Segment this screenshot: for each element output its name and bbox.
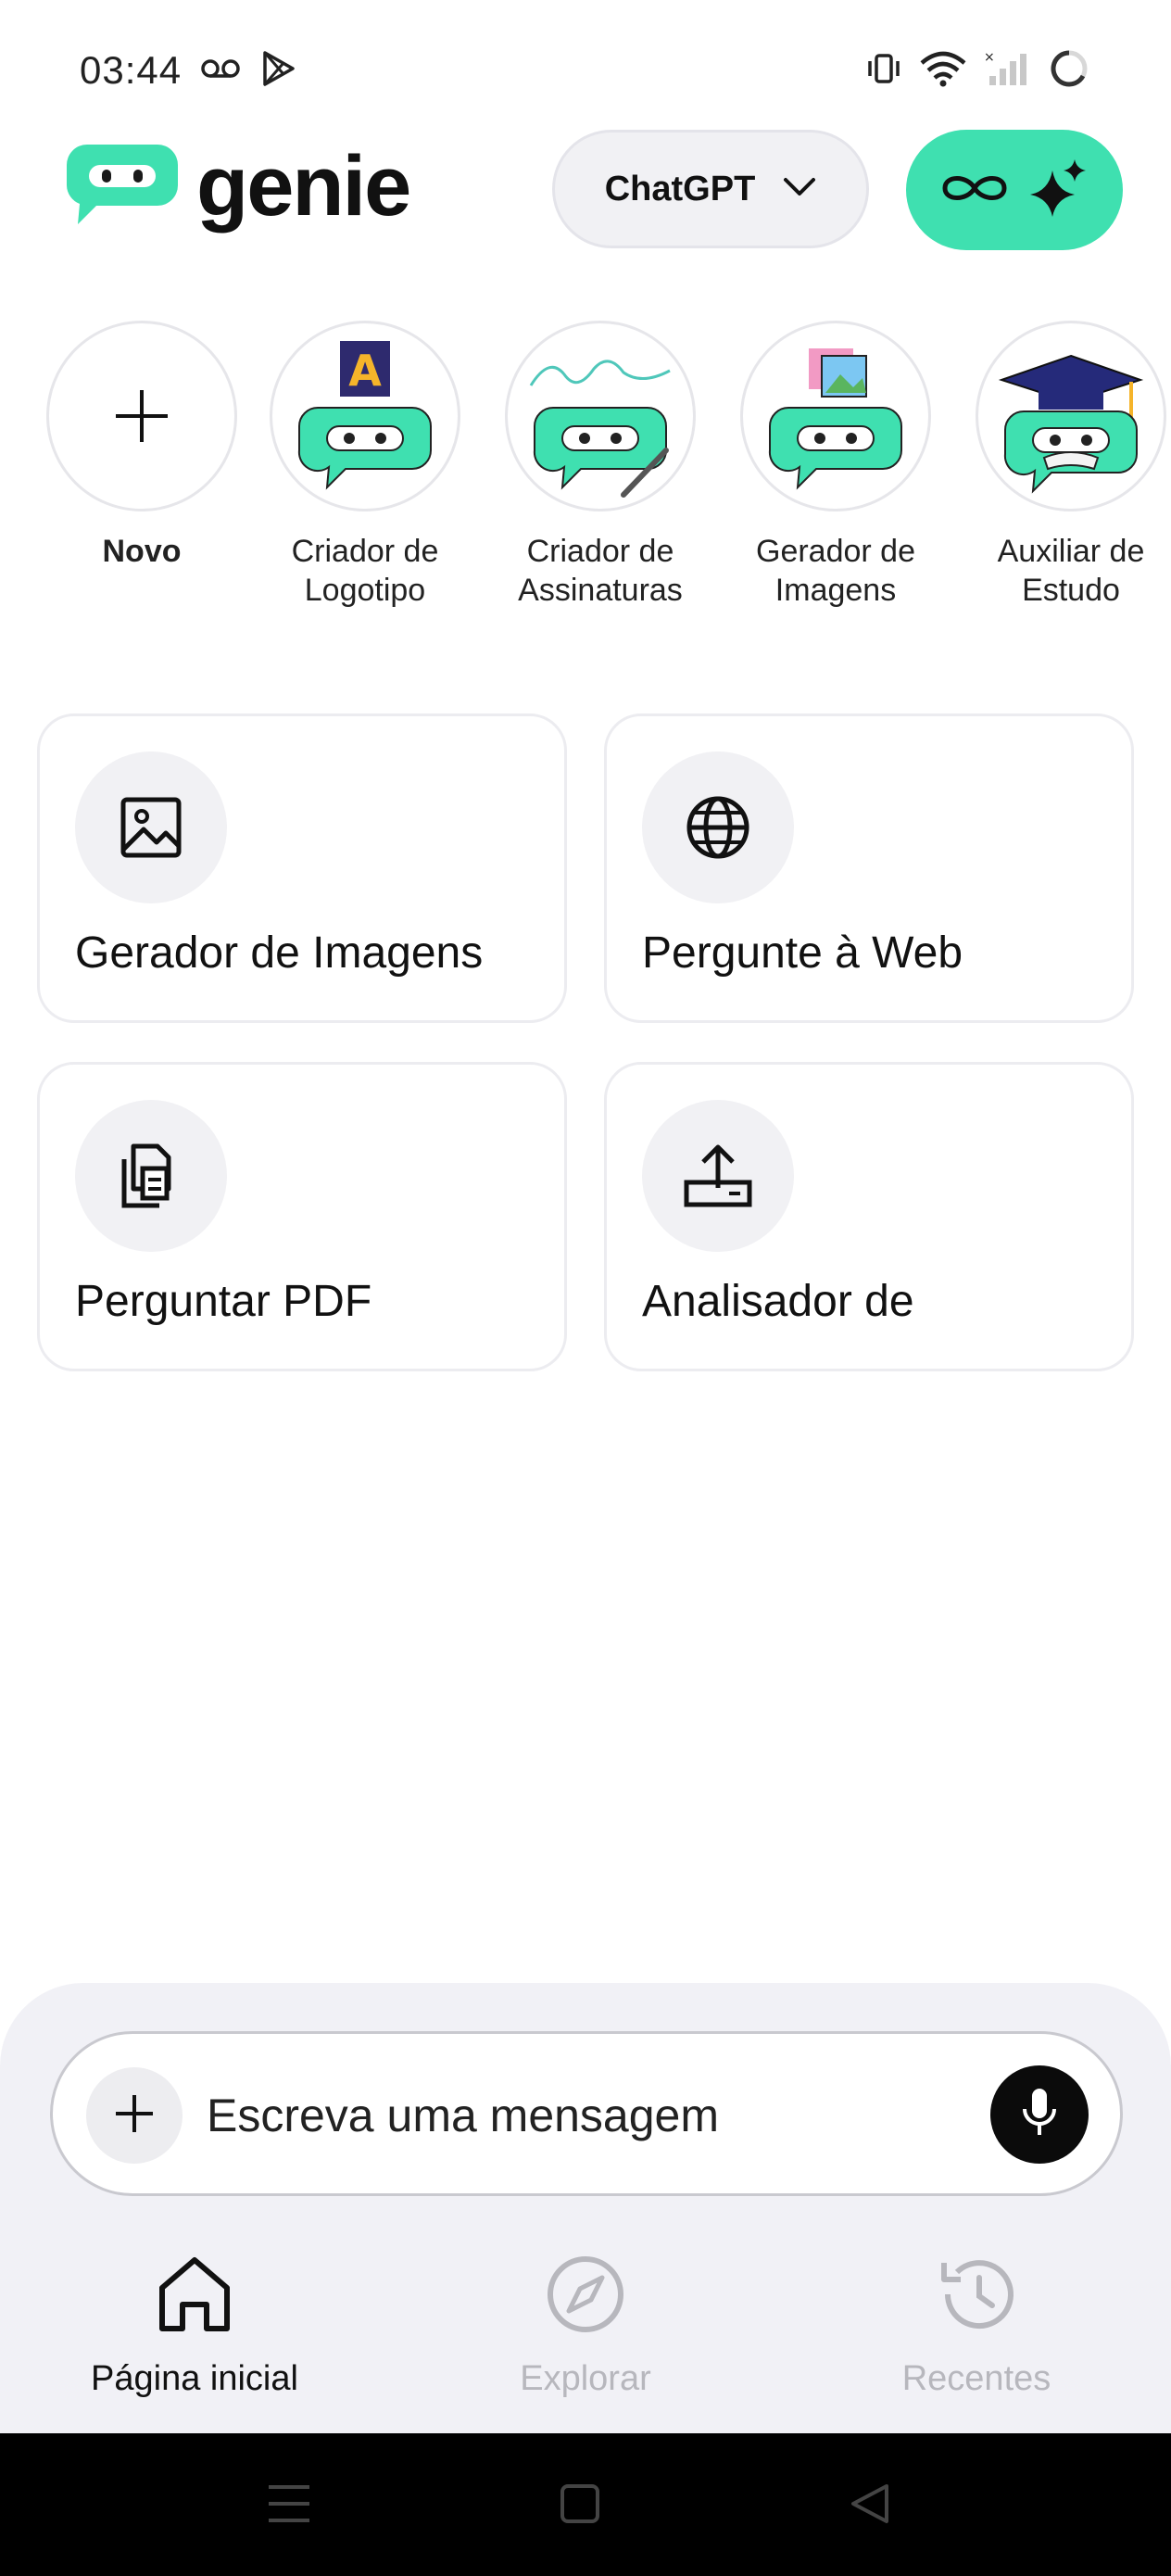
quick-action-label: Gerador de Imagens	[756, 534, 915, 608]
genie-logo-icon	[65, 139, 180, 233]
image-icon	[75, 751, 227, 903]
plus-icon	[114, 2093, 155, 2139]
quick-action-logo-maker[interactable]: A Criador de Logotipo	[254, 321, 476, 610]
tab-home[interactable]: Página inicial	[28, 2248, 361, 2399]
wifi-icon	[919, 50, 967, 92]
bottom-tab-bar: Página inicial Explorar Recentes	[0, 2248, 1171, 2433]
infinity-icon	[939, 170, 1010, 211]
feature-card-title: Analisador de	[642, 1277, 914, 1326]
feature-card-ask-web[interactable]: Pergunte à Web	[604, 713, 1134, 1023]
feature-card-image-generator[interactable]: Gerador de Imagens	[37, 713, 567, 1023]
voicemail-icon	[200, 57, 241, 85]
compass-icon	[419, 2248, 752, 2341]
quick-action-signature-maker[interactable]: Criador de Assinaturas	[489, 321, 711, 610]
tab-label: Recentes	[901, 2359, 1051, 2398]
battery-icon	[1049, 48, 1089, 94]
model-selector-label: ChatGPT	[604, 169, 756, 208]
quick-action-study-helper[interactable]: Auxiliar de Estudo	[960, 321, 1171, 610]
chevron-down-icon	[783, 177, 816, 202]
message-input[interactable]	[207, 2082, 1003, 2149]
quick-action-image-generator[interactable]: Gerador de Imagens	[724, 321, 947, 610]
study-helper-avatar	[976, 321, 1166, 511]
image-generator-avatar	[740, 321, 931, 511]
feature-card-analyzer[interactable]: Analisador de	[604, 1062, 1134, 1371]
status-bar: 03:44 ×	[0, 0, 1171, 139]
microphone-button[interactable]	[990, 2065, 1089, 2164]
message-composer	[50, 2031, 1123, 2196]
feature-card-title: Pergunte à Web	[642, 928, 963, 978]
home-icon	[28, 2248, 361, 2341]
documents-icon	[75, 1100, 227, 1252]
sparkle-icon	[1028, 158, 1089, 223]
logo-text: genie	[196, 138, 411, 234]
status-time: 03:44	[80, 48, 183, 92]
feature-card-title: Perguntar PDF	[75, 1277, 372, 1326]
svg-text:A: A	[348, 346, 382, 396]
quick-action-novo[interactable]: Novo	[31, 321, 253, 571]
attach-button[interactable]	[86, 2067, 183, 2164]
pro-upgrade-button[interactable]	[906, 130, 1123, 250]
globe-icon	[642, 751, 794, 903]
signature-maker-avatar	[505, 321, 696, 511]
logo-maker-avatar: A	[270, 321, 460, 511]
genie-logo: genie	[65, 138, 411, 234]
quick-action-label: Novo	[102, 534, 182, 569]
square-icon	[560, 2483, 600, 2529]
upload-icon	[642, 1100, 794, 1252]
bottom-panel: Página inicial Explorar Recentes	[0, 1983, 1171, 2435]
play-store-icon	[261, 50, 296, 92]
tab-label: Página inicial	[91, 2359, 298, 2398]
back-triangle-icon	[848, 2482, 890, 2530]
feature-card-ask-pdf[interactable]: Perguntar PDF	[37, 1062, 567, 1371]
model-selector[interactable]: ChatGPT	[552, 130, 869, 248]
menu-icon	[267, 2483, 311, 2529]
plus-icon	[46, 321, 237, 511]
quick-action-label: Criador de Logotipo	[291, 534, 439, 608]
microphone-icon	[1021, 2087, 1058, 2143]
vibrate-icon	[865, 50, 902, 92]
tab-label: Explorar	[520, 2359, 651, 2398]
quick-actions-row: Novo A Criador de Logotipo Criador de As…	[0, 321, 1171, 626]
signal-icon: ×	[984, 50, 1032, 92]
quick-action-label: Criador de Assinaturas	[518, 534, 683, 608]
svg-text:×: ×	[984, 50, 995, 65]
quick-action-label: Auxiliar de Estudo	[997, 534, 1145, 608]
history-icon	[810, 2248, 1143, 2341]
status-right-icons: ×	[865, 48, 1089, 94]
tab-explore[interactable]: Explorar	[419, 2248, 752, 2399]
back-button[interactable]	[830, 2467, 908, 2544]
feature-card-title: Gerador de Imagens	[75, 928, 484, 978]
tab-recent[interactable]: Recentes	[810, 2248, 1143, 2399]
menu-button[interactable]	[250, 2467, 328, 2544]
status-left-icons	[200, 50, 296, 92]
system-navigation-bar	[0, 2433, 1171, 2576]
home-button[interactable]	[541, 2467, 619, 2544]
